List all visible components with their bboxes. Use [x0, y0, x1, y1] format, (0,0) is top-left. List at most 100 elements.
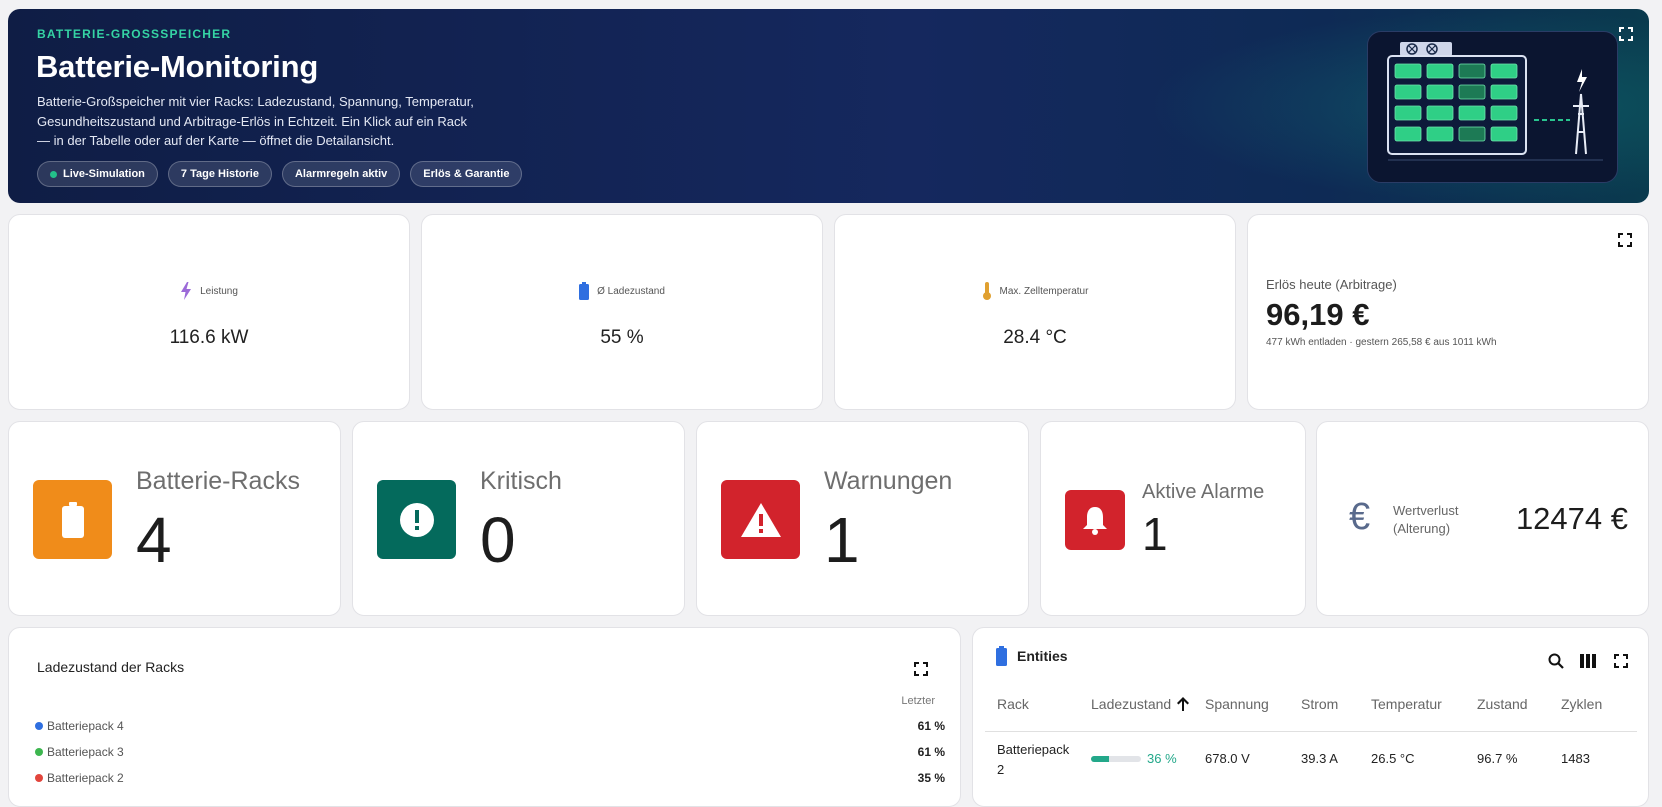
column-header-current[interactable]: Strom [1301, 696, 1338, 712]
soc-progress-bar [1091, 756, 1141, 762]
column-header-cycles[interactable]: Zyklen [1561, 696, 1602, 712]
cell-temperature: 26.5 °C [1371, 751, 1415, 766]
stat-title: Warnungen [824, 467, 953, 495]
stat-number: 1 [1142, 508, 1168, 560]
stat-number: 1 [824, 504, 860, 576]
loss-label-line1: Wertverlust [1393, 503, 1459, 518]
page-title: Batterie-Monitoring [36, 49, 319, 84]
stat-label: Max. Zelltemperatur [999, 285, 1089, 297]
battery-icon [996, 646, 1007, 666]
revenue-title: Erlös heute (Arbitrage) [1266, 277, 1397, 292]
stat-card-alarms[interactable]: Aktive Alarme 1 [1040, 421, 1306, 616]
stat-value: 28.4 °C [1003, 327, 1067, 348]
legend-row[interactable]: Batteriepack 2 35 % [35, 771, 945, 785]
stat-card-critical[interactable]: Kritisch 0 [352, 421, 685, 616]
battery-cell-icon [1490, 105, 1518, 121]
fullscreen-icon[interactable] [914, 662, 928, 676]
battery-cell-icon [1490, 126, 1518, 142]
hero-fullscreen-button[interactable] [1619, 27, 1633, 41]
column-header-last: Letzter [901, 695, 935, 707]
chip-revenue-warranty[interactable]: Erlös & Garantie [410, 161, 523, 187]
column-header-voltage[interactable]: Spannung [1205, 696, 1269, 712]
legend-dot-icon [35, 774, 43, 782]
legend-dot-icon [35, 722, 43, 730]
critical-tile [377, 480, 456, 559]
cell-voltage: 678.0 V [1205, 751, 1250, 766]
stat-number: 0 [480, 504, 516, 576]
chip-alarm-rules[interactable]: Alarmregeln aktiv [281, 161, 401, 187]
alarm-tile [1065, 490, 1125, 550]
columns-icon[interactable] [1580, 654, 1596, 668]
stat-number: 4 [136, 504, 172, 576]
cell-current: 39.3 A [1301, 751, 1338, 766]
revenue-subtitle: 477 kWh entladen · gestern 265,58 € aus … [1266, 337, 1497, 348]
hero-chips: Live-Simulation 7 Tage Historie Alarmreg… [37, 161, 523, 187]
stat-title: Batterie-Racks [136, 467, 300, 495]
legend-row[interactable]: Batteriepack 3 61 % [35, 745, 945, 759]
search-icon[interactable] [1548, 653, 1564, 669]
euro-icon: € [1349, 496, 1371, 538]
chip-history[interactable]: 7 Tage Historie [167, 161, 272, 187]
cell-soc: 36 % [1147, 751, 1177, 766]
battery-cell-icon [1394, 84, 1422, 100]
battery-cell-icon [1426, 105, 1454, 121]
column-header-rack[interactable]: Rack [997, 696, 1029, 712]
warning-tile [721, 480, 800, 559]
chip-live-simulation[interactable]: Live-Simulation [37, 161, 158, 187]
alert-circle-icon [399, 502, 434, 537]
stat-label: Leistung [200, 285, 238, 297]
battery-cell-icon [1394, 126, 1422, 142]
loss-value: 12474 € [1515, 501, 1628, 536]
loss-label-line2: (Alterung) [1393, 521, 1451, 536]
fullscreen-icon[interactable] [1614, 654, 1628, 668]
revenue-card[interactable]: Erlös heute (Arbitrage) 96,19 € 477 kWh … [1247, 214, 1649, 410]
column-header-health[interactable]: Zustand [1477, 696, 1528, 712]
bolt-icon [181, 282, 192, 300]
soc-progress-fill [1091, 756, 1109, 762]
stat-title: Aktive Alarme [1142, 481, 1265, 503]
stat-card-soc[interactable]: Ø Ladezustand 55 % [421, 214, 823, 410]
hero-eyebrow: BATTERIE-GROSSSPEICHER [37, 27, 232, 41]
rack-tile [33, 480, 112, 559]
battery-cell-icon [1426, 84, 1454, 100]
stat-card-warnings[interactable]: Warnungen 1 [696, 421, 1029, 616]
battery-cell-icon [1458, 126, 1486, 142]
battery-cell-icon [1426, 63, 1454, 79]
fullscreen-icon[interactable] [1618, 233, 1632, 247]
soc-chart-card: Ladezustand der Racks Letzter Batteriepa… [8, 627, 961, 807]
battery-icon [61, 501, 84, 538]
hero-description: Batterie-Großspeicher mit vier Racks: La… [37, 94, 474, 148]
battery-cell-icon [1394, 63, 1422, 79]
cell-health: 96.7 % [1477, 751, 1518, 766]
column-header-soc[interactable]: Ladezustand [1091, 696, 1171, 712]
cell-cycles: 1483 [1561, 751, 1590, 766]
battery-cell-icon [1458, 84, 1486, 100]
battery-cell-icon [1490, 84, 1518, 100]
column-header-temperature[interactable]: Temperatur [1371, 696, 1442, 712]
stat-card-racks[interactable]: Batterie-Racks 4 [8, 421, 341, 616]
sort-ascending-icon[interactable] [1177, 697, 1189, 711]
thermometer-icon [982, 282, 991, 300]
stat-card-temperature[interactable]: Max. Zelltemperatur 28.4 °C [834, 214, 1236, 410]
fullscreen-icon [1619, 27, 1633, 41]
battery-storage-illustration [1367, 31, 1618, 183]
cell-rack: Batteriepack 2 [997, 742, 1070, 777]
legend-dot-icon [35, 748, 43, 756]
table-divider [985, 731, 1637, 732]
stat-card-power[interactable]: Leistung 116.6 kW [8, 214, 410, 410]
battery-cell-icon [1458, 63, 1486, 79]
stat-value: 116.6 kW [169, 327, 249, 348]
hero-banner: BATTERIE-GROSSSPEICHER Batterie-Monitori… [8, 9, 1649, 203]
warning-icon [740, 502, 781, 537]
stat-label: Ø Ladezustand [597, 285, 665, 297]
card-title: Ladezustand der Racks [37, 659, 185, 675]
legend-row[interactable]: Batteriepack 4 61 % [35, 719, 945, 733]
bell-icon [1083, 507, 1107, 535]
revenue-value: 96,19 € [1266, 297, 1370, 332]
battery-icon [579, 282, 590, 300]
entities-title: Entities [1017, 648, 1068, 664]
battery-cell-icon [1394, 105, 1422, 121]
live-dot-icon [50, 170, 57, 178]
battery-cell-icon [1426, 126, 1454, 142]
stat-card-value-loss[interactable]: € Wertverlust (Alterung) 12474 € [1316, 421, 1649, 616]
